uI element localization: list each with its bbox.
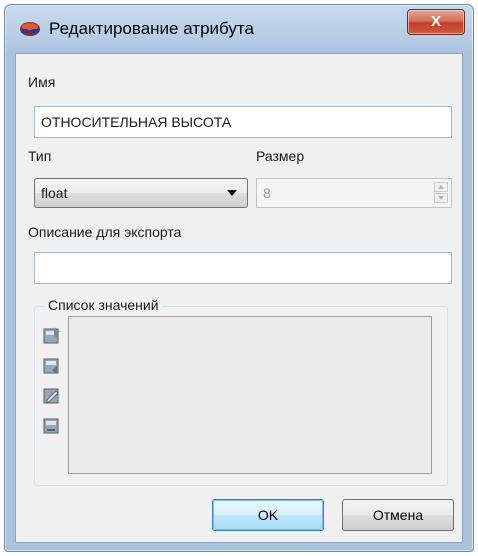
dialog-window: Редактирование атрибута X Имя ОТНОСИТЕЛЬ… (4, 4, 474, 552)
app-icon (20, 22, 40, 36)
import-values-icon[interactable] (42, 356, 62, 376)
ok-button[interactable]: OK (212, 499, 324, 531)
values-list[interactable] (68, 316, 432, 474)
size-label: Размер (256, 148, 305, 164)
description-input[interactable] (34, 252, 452, 284)
description-label: Описание для экспорта (28, 224, 182, 240)
close-icon: X (430, 13, 441, 30)
spin-up-icon[interactable] (434, 182, 448, 192)
type-label: Тип (28, 148, 52, 164)
add-value-icon[interactable] (42, 326, 62, 346)
size-stepper (434, 182, 448, 204)
name-label: Имя (28, 74, 56, 90)
edit-value-icon[interactable] (42, 386, 62, 406)
close-button[interactable]: X (407, 9, 465, 35)
dialog-title: Редактирование атрибута (49, 19, 254, 38)
type-select[interactable]: float (34, 178, 248, 208)
spin-down-icon[interactable] (434, 193, 448, 203)
chevron-down-icon (227, 190, 237, 196)
size-value: 8 (263, 185, 271, 201)
cancel-button[interactable]: Отмена (342, 499, 454, 531)
dialog-body: Имя ОТНОСИТЕЛЬНАЯ ВЫСОТА Тип Размер floa… (15, 53, 463, 543)
type-select-value: float (41, 185, 68, 201)
delete-value-icon[interactable] (42, 416, 62, 436)
values-group-title: Список значений (45, 297, 162, 313)
name-input[interactable]: ОТНОСИТЕЛЬНАЯ ВЫСОТА (34, 106, 452, 138)
size-spinbox[interactable]: 8 (256, 178, 452, 208)
title-bar[interactable]: Редактирование атрибута X (5, 5, 473, 53)
